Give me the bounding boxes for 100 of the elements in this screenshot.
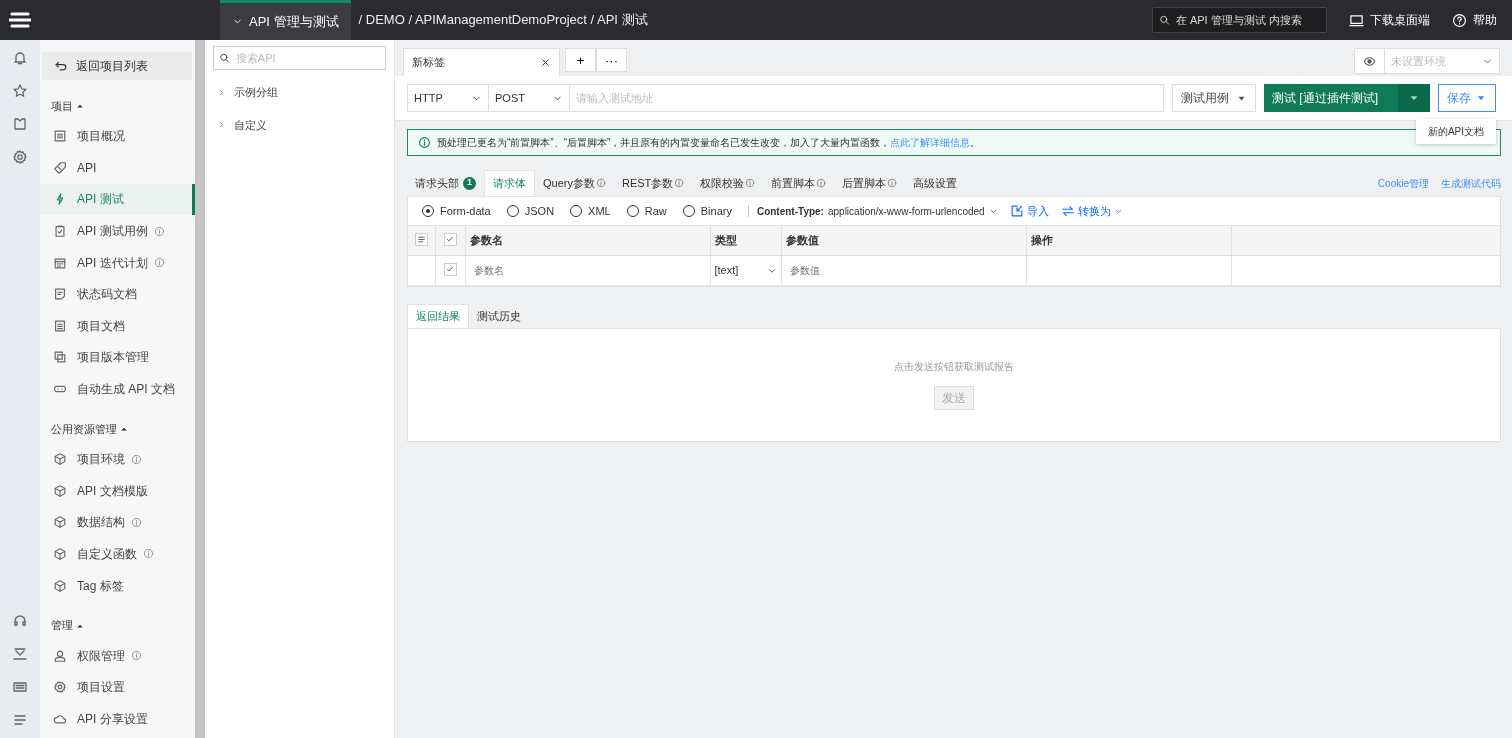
section-title: 管理 [51,618,73,634]
import-button[interactable]: 导入 [1009,202,1049,220]
sidebar-item[interactable]: API [40,152,195,184]
request-tab[interactable]: 请求头部 1 [407,170,484,196]
eye-icon [1363,54,1376,68]
sidebar-item[interactable]: 项目文档 [40,310,195,342]
tree-item[interactable]: 示例分组 [205,76,394,109]
column-header: 参数值 [785,234,819,247]
request-tab[interactable]: Query参数 [535,170,614,196]
input-field[interactable]: 在 API 管理与测试 内搜索 [1173,10,1320,30]
document-icon [53,129,67,144]
cube-icon [53,483,67,498]
sidebar-item[interactable]: 项目概况 [40,120,195,153]
cube-icon [53,515,67,530]
search-field[interactable]: 在 API 管理与测试 内搜索 [1152,7,1327,33]
sidebar-item[interactable]: 自定义函数 [40,538,195,570]
content-type-select[interactable]: Content-Type: application/x-www-form-urlencoded [756,203,998,219]
logo-icon [9,10,31,30]
sidebar-item[interactable]: Tag 标签 [40,569,195,602]
column-header: 参数名 [469,234,503,247]
help-icon [1452,12,1467,28]
sidebar-item[interactable]: 权限管理 [40,639,195,672]
sidebar-item[interactable]: 自动生成 API 文档 [40,373,195,405]
result-tab[interactable]: 返回结果 [407,304,469,328]
tree-item[interactable]: 自定义 [205,108,394,141]
sidebar-item[interactable]: 项目环境 [40,443,195,475]
settings-icon [53,680,67,695]
checkbox[interactable] [443,262,457,276]
caret-icon[interactable] [76,102,84,111]
cube-icon [53,546,67,561]
star-icon[interactable] [12,83,28,99]
download-icon[interactable] [12,646,28,662]
close-icon[interactable] [540,57,551,68]
section-title: 公用资源管理 [51,421,117,437]
menu-icon[interactable] [12,712,28,728]
empty-message: 点击发送按钮获取测试报告 [894,360,1014,374]
add-tab-button[interactable]: + [565,48,596,72]
import-icon [1009,204,1024,218]
back-button[interactable]: 返回项目列表 [42,52,192,80]
test-case-button[interactable]: 测试用例 [1172,84,1256,112]
sidebar-item[interactable]: API 测试 [40,183,195,216]
radio-option[interactable]: XML [570,202,611,220]
radio-option[interactable]: JSON [506,202,555,220]
editor-tab[interactable]: 新标签 [403,48,560,76]
search-icon [1159,14,1170,26]
clipboard-icon [53,224,67,239]
headset-icon[interactable] [12,613,28,629]
document-icon [53,318,67,333]
scrollbar[interactable] [195,40,205,738]
request-tab[interactable]: REST参数 [613,170,693,196]
user-icon [53,648,67,663]
sidebar-item[interactable]: 项目版本管理 [40,341,195,374]
count-badge: 1 [463,176,476,190]
sidebar-item[interactable]: API 测试用例 [40,215,195,247]
request-tab[interactable]: 高级设置 [905,170,966,196]
breadcrumb: / DEMO / APIManagementDemoProject / API 测试 [358,11,648,30]
sidebar-item[interactable]: API 迭代计划 [40,246,195,279]
info-icon [418,136,431,149]
download-link[interactable]: 下载桌面端 [1349,11,1430,29]
sidebar-item[interactable]: API 分享设置 [40,703,195,735]
note-icon [53,287,67,302]
sidebar-item[interactable]: 项目设置 [40,671,195,703]
url-field[interactable]: 请输入测试地址 [569,84,1164,112]
help-link[interactable]: 帮助 [1452,11,1497,29]
radio-option[interactable]: Binary [682,202,732,220]
column-header: 操作 [1030,234,1053,247]
bell-icon[interactable] [12,50,28,66]
convert-button[interactable]: 转换为 [1060,202,1123,220]
method-select[interactable]: POST [488,84,569,112]
sidebar-item[interactable]: 状态码文档 [40,278,195,311]
calendar-icon [53,255,67,270]
request-tab[interactable]: 后置脚本 [834,170,906,196]
copy-icon [53,350,67,365]
swap-icon [1060,204,1075,218]
settings-icon[interactable] [12,149,28,165]
column-header: 类型 [714,234,737,247]
back-arrow-icon [54,59,68,73]
menu-item[interactable]: 新的API文档 [1427,124,1484,139]
tag-icon [53,160,67,175]
notice-text: 预处理已更名为“前置脚本”、“后置脚本”，并且原有的内置变量命名已发生改变，加入了大量内置函数，点此了解详细信息。 [437,136,981,150]
sidebar-item[interactable]: API 文档模版 [40,474,195,507]
module-tab[interactable]: API 管理与测试 [220,0,351,40]
checkbox[interactable] [443,232,457,246]
radio-option[interactable]: Form-data [422,202,491,220]
sidebar-item[interactable]: 数据结构 [40,506,195,539]
request-tab[interactable]: 权限校验 [692,170,764,196]
protocol-select[interactable]: HTTP [407,84,488,112]
menu-icon [416,235,426,245]
request-tab[interactable]: 前置脚本 [763,170,835,196]
list-menu-button[interactable] [414,233,428,247]
section-title: 项目 [51,99,73,114]
more-button[interactable]: ··· [596,48,627,72]
keyboard-icon[interactable] [12,679,28,695]
monitor-icon [1349,12,1364,28]
search-icon [219,52,230,64]
result-tab[interactable]: 测试历史 [469,304,529,328]
shirt-icon[interactable] [12,116,28,132]
radio-option[interactable]: Raw [626,202,667,220]
caret-icon[interactable] [120,425,128,434]
request-tab[interactable]: 请求体 [484,170,535,196]
